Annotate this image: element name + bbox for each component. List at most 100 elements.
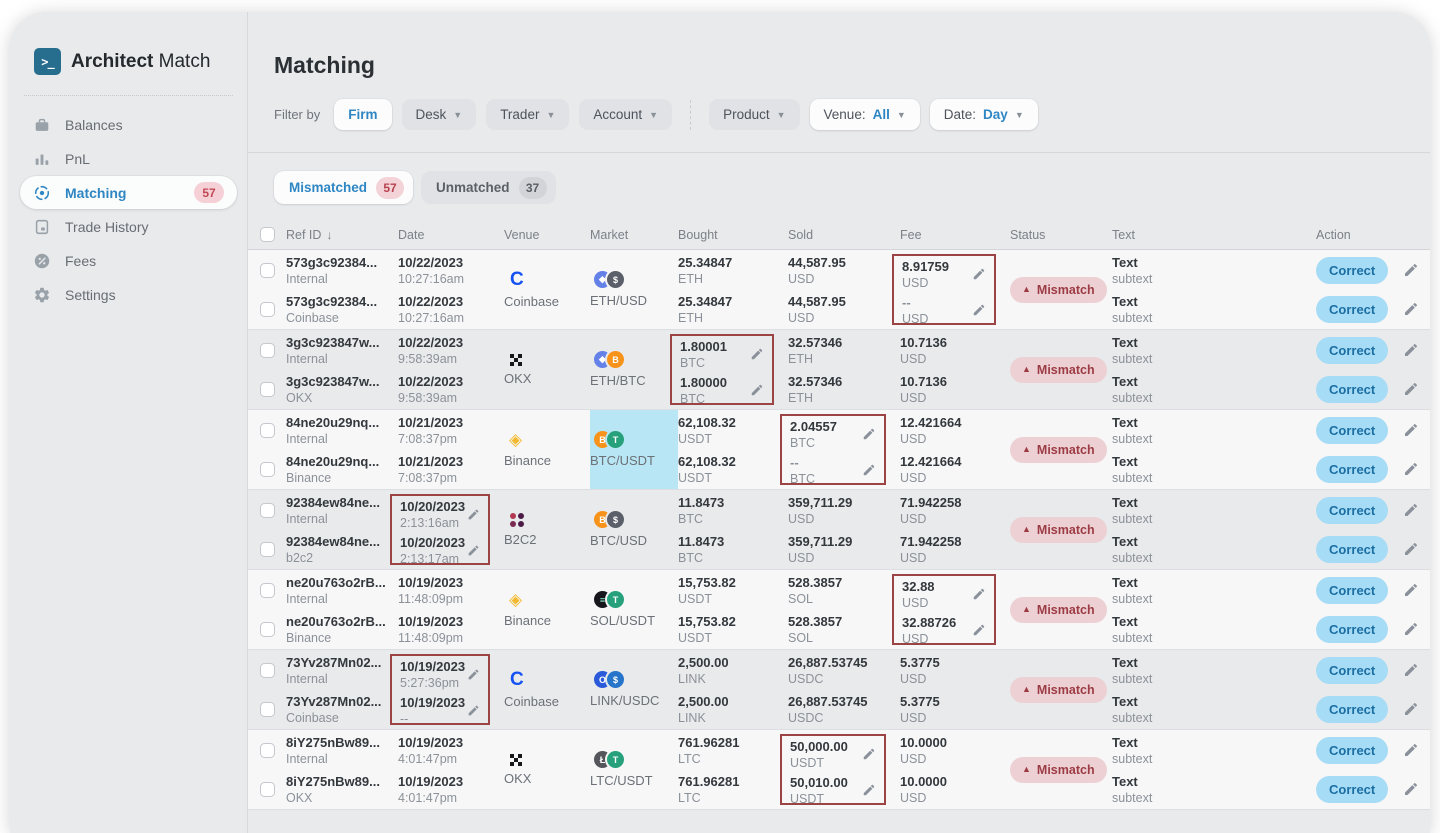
sold-cell: 26,887.53745USDC26,887.53745USDC — [788, 650, 900, 729]
tab-unmatched[interactable]: Unmatched 37 — [421, 171, 556, 204]
edit-pencil-icon[interactable] — [1401, 260, 1421, 280]
edit-pencil-icon[interactable] — [465, 702, 482, 719]
table-row-group: 573g3c92384...Internal573g3c92384...Coin… — [248, 250, 1430, 330]
edit-pencil-icon[interactable] — [1401, 580, 1421, 600]
status-label: Mismatch — [1037, 363, 1095, 377]
edit-pencil-icon[interactable] — [860, 781, 878, 799]
fee-amount: 12.421664 — [900, 454, 1010, 469]
row-checkbox[interactable] — [260, 743, 275, 758]
row-checkbox[interactable] — [260, 542, 275, 557]
sidebar-item-fees[interactable]: Fees — [20, 244, 237, 277]
edit-pencil-icon[interactable] — [1401, 420, 1421, 440]
row-checkbox[interactable] — [260, 343, 275, 358]
row-checkbox[interactable] — [260, 503, 275, 518]
ref-id: 573g3c92384... — [286, 294, 398, 309]
edit-pencil-icon[interactable] — [465, 542, 482, 559]
status-badge: ▲Mismatch — [1010, 597, 1107, 623]
correct-button[interactable]: Correct — [1316, 657, 1388, 684]
row-checkbox[interactable] — [260, 382, 275, 397]
row-checkbox[interactable] — [260, 622, 275, 637]
row-checkbox[interactable] — [260, 702, 275, 717]
correct-button[interactable]: Correct — [1316, 536, 1388, 563]
edit-pencil-icon[interactable] — [1401, 619, 1421, 639]
sort-desc-icon[interactable]: ↓ — [326, 228, 332, 242]
edit-pencil-icon[interactable] — [1401, 779, 1421, 799]
warning-icon: ▲ — [1022, 285, 1031, 294]
edit-pencil-icon[interactable] — [1401, 539, 1421, 559]
correct-button[interactable]: Correct — [1316, 376, 1388, 403]
correct-button[interactable]: Correct — [1316, 337, 1388, 364]
edit-pencil-icon[interactable] — [860, 461, 878, 479]
sidebar-item-matching[interactable]: Matching 57 — [20, 176, 237, 209]
column-label: Bought — [678, 228, 718, 242]
sold-currency: USD — [788, 311, 900, 325]
row-checkbox[interactable] — [260, 583, 275, 598]
filter-date[interactable]: Date:Day▼ — [930, 99, 1038, 130]
filter-desk[interactable]: Desk▼ — [402, 99, 477, 130]
trade-time: 7:08:37pm — [398, 432, 504, 446]
edit-pencil-icon[interactable] — [970, 585, 988, 603]
edit-pencil-icon[interactable] — [970, 621, 988, 639]
edit-pencil-icon[interactable] — [1401, 299, 1421, 319]
correct-button[interactable]: Correct — [1316, 737, 1388, 764]
row-checkbox[interactable] — [260, 302, 275, 317]
edit-pencil-icon[interactable] — [860, 745, 878, 763]
filter-firm[interactable]: Firm — [334, 99, 391, 130]
row-checkbox[interactable] — [260, 263, 275, 278]
correct-button[interactable]: Correct — [1316, 696, 1388, 723]
correct-button[interactable]: Correct — [1316, 616, 1388, 643]
edit-pencil-icon[interactable] — [1401, 660, 1421, 680]
coin-pair-icons: ≡T — [594, 591, 624, 608]
correct-button[interactable]: Correct — [1316, 296, 1388, 323]
tab-mismatched[interactable]: Mismatched 57 — [274, 171, 413, 204]
row-checkbox[interactable] — [260, 663, 275, 678]
correct-button[interactable]: Correct — [1316, 257, 1388, 284]
edit-pencil-icon[interactable] — [1401, 379, 1421, 399]
edit-pencil-icon[interactable] — [860, 425, 878, 443]
ref-id-cell: 573g3c92384...Internal573g3c92384...Coin… — [286, 250, 398, 329]
edit-pencil-icon[interactable] — [1401, 740, 1421, 760]
status-label: Mismatch — [1037, 683, 1095, 697]
row-checkbox[interactable] — [260, 462, 275, 477]
sidebar-item-pnl[interactable]: PnL — [20, 142, 237, 175]
coinbase-icon: C — [510, 270, 524, 289]
correct-button[interactable]: Correct — [1316, 577, 1388, 604]
edit-pencil-icon[interactable] — [1401, 340, 1421, 360]
status-badge: ▲Mismatch — [1010, 357, 1107, 383]
sidebar-item-settings[interactable]: Settings — [20, 278, 237, 311]
row-checkbox[interactable] — [260, 782, 275, 797]
correct-button[interactable]: Correct — [1316, 776, 1388, 803]
text-main: Text — [1112, 694, 1316, 709]
edit-pencil-icon[interactable] — [1401, 699, 1421, 719]
correct-button[interactable]: Correct — [1316, 456, 1388, 483]
edit-pencil-icon[interactable] — [1401, 500, 1421, 520]
filter-divider — [690, 100, 691, 130]
sidebar-item-balances[interactable]: Balances — [20, 108, 237, 141]
filter-account[interactable]: Account▼ — [579, 99, 672, 130]
row-checkbox[interactable] — [260, 423, 275, 438]
date-cell: 10/19/20234:01:47pm10/19/20234:01:47pm — [398, 730, 504, 809]
sidebar-item-label: Trade History — [65, 219, 149, 235]
column-header-venue: Venue — [504, 228, 590, 242]
edit-pencil-icon[interactable] — [1401, 459, 1421, 479]
correct-button[interactable]: Correct — [1316, 417, 1388, 444]
filter-trader[interactable]: Trader▼ — [486, 99, 569, 130]
select-all-checkbox[interactable] — [260, 227, 275, 242]
edit-pencil-icon[interactable] — [748, 381, 766, 399]
table-row-group: 3g3c923847w...Internal3g3c923847w...OKX1… — [248, 330, 1430, 410]
filter-product[interactable]: Product▼ — [709, 99, 799, 130]
edit-pencil-icon[interactable] — [970, 265, 988, 283]
main-content: Matching Filter by Firm Desk▼ Trader▼ Ac… — [248, 12, 1430, 833]
bought-cell: 25.34847ETH25.34847ETH — [678, 250, 788, 329]
fee-cell: 32.88USD32.88726USD — [900, 570, 1010, 649]
sidebar-item-trade-history[interactable]: Trade History — [20, 210, 237, 243]
text-main: Text — [1112, 415, 1316, 430]
correct-button[interactable]: Correct — [1316, 497, 1388, 524]
bought-cell: 11.8473BTC11.8473BTC — [678, 490, 788, 569]
column-label: Fee — [900, 228, 922, 242]
edit-pencil-icon[interactable] — [465, 666, 482, 683]
filter-venue[interactable]: Venue:All▼ — [810, 99, 920, 130]
edit-pencil-icon[interactable] — [465, 506, 482, 523]
edit-pencil-icon[interactable] — [748, 345, 766, 363]
edit-pencil-icon[interactable] — [970, 301, 988, 319]
